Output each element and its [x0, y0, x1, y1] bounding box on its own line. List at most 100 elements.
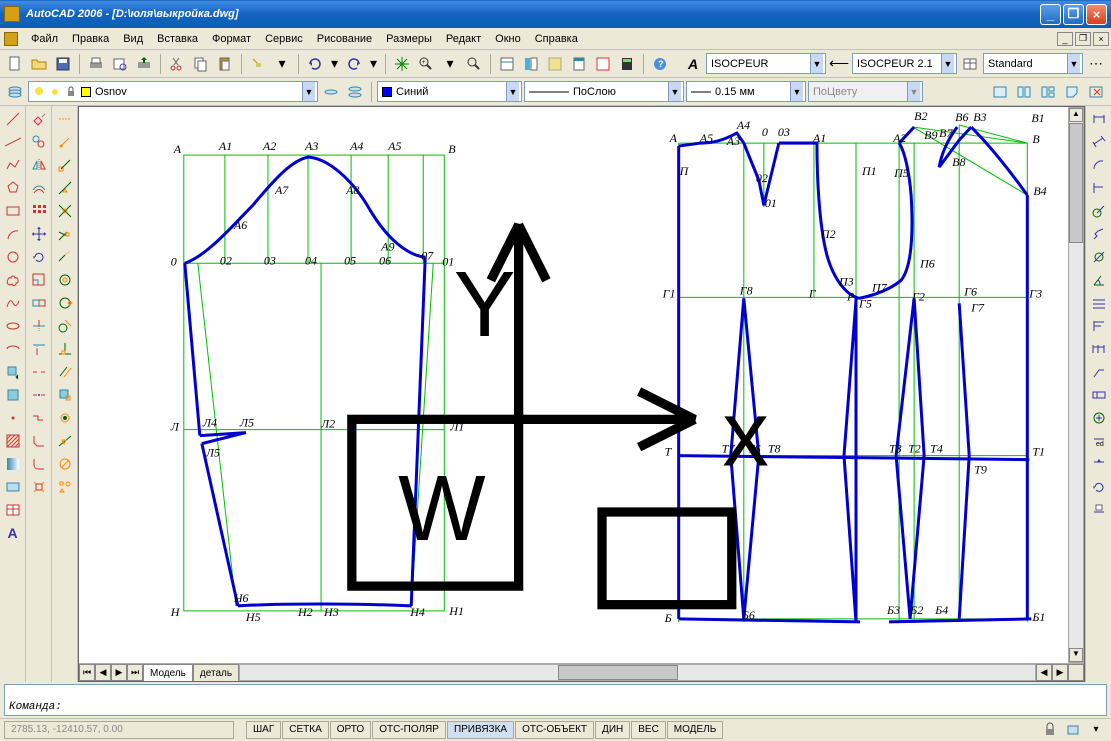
revcloud-tool[interactable] — [2, 269, 24, 291]
markup-button[interactable] — [592, 53, 614, 75]
tool-palettes-button[interactable] — [544, 53, 566, 75]
color-dropdown[interactable]: Синий ▼ — [377, 81, 522, 102]
tab-last-button[interactable]: ⏭ — [127, 664, 143, 681]
dim-tolerance-button[interactable] — [1088, 384, 1110, 406]
block-editor-button[interactable]: ▾ — [271, 53, 293, 75]
sheet-set-button[interactable] — [568, 53, 590, 75]
point-tool[interactable] — [2, 407, 24, 429]
osnap-midpoint-button[interactable] — [54, 177, 76, 199]
minimize-button[interactable]: _ — [1040, 4, 1061, 25]
textstyle2-dropdown[interactable]: ISOCPEUR 2.1 ▼ — [852, 53, 957, 74]
layer-prev-button[interactable] — [320, 81, 342, 103]
osnap-node-button[interactable] — [54, 407, 76, 429]
vertical-scrollbar[interactable]: ▲ ▼ — [1068, 107, 1084, 663]
spline-tool[interactable] — [2, 292, 24, 314]
rectangle-tool[interactable] — [2, 200, 24, 222]
textstyle-icon[interactable]: A — [682, 53, 704, 75]
undo-button[interactable] — [304, 53, 326, 75]
make-block-tool[interactable] — [2, 384, 24, 406]
osnap-temp-button[interactable] — [54, 108, 76, 130]
mtext-tool[interactable]: A — [2, 522, 24, 544]
menu-insert[interactable]: Вставка — [150, 31, 205, 47]
lineweight-dropdown[interactable]: 0.15 мм ▼ — [686, 81, 806, 102]
undo-dropdown[interactable]: ▾ — [328, 53, 341, 75]
menu-modify[interactable]: Редакт — [439, 31, 488, 47]
osnap-intersection-button[interactable] — [54, 200, 76, 222]
osnap-settings-button[interactable] — [54, 476, 76, 498]
quickcalc-button[interactable] — [616, 53, 638, 75]
dim-linear-button[interactable] — [1088, 108, 1110, 130]
polar-toggle[interactable]: ОТС-ПОЛЯР — [372, 721, 446, 739]
viewport-button[interactable] — [989, 81, 1011, 103]
polygon-tool[interactable] — [2, 177, 24, 199]
copy-tool[interactable] — [28, 131, 50, 153]
dyn-toggle[interactable]: ДИН — [595, 721, 630, 739]
dim-style-button[interactable] — [1088, 499, 1110, 521]
coordinates-display[interactable]: 2785.13, -12410.57, 0.00 — [4, 721, 234, 739]
line-tool[interactable] — [2, 108, 24, 130]
help-button[interactable]: ? — [649, 53, 671, 75]
array-tool[interactable] — [28, 200, 50, 222]
dim-continue-button[interactable] — [1088, 338, 1110, 360]
command-line[interactable]: Команда: — [4, 684, 1107, 716]
layer-manager-button[interactable] — [4, 81, 26, 103]
block-insert-tool[interactable] — [2, 361, 24, 383]
plot-preview-button[interactable] — [109, 53, 131, 75]
tab-prev-button[interactable]: ◀ — [95, 664, 111, 681]
move-tool[interactable] — [28, 223, 50, 245]
osnap-toggle[interactable]: ПРИВЯЗКА — [447, 721, 514, 739]
menu-format[interactable]: Формат — [205, 31, 258, 47]
more-button[interactable]: ⋯ — [1085, 53, 1107, 75]
stretch-tool[interactable] — [28, 292, 50, 314]
print-button[interactable] — [85, 53, 107, 75]
copy-button[interactable] — [190, 53, 212, 75]
pline-tool[interactable] — [2, 154, 24, 176]
dim-quick-button[interactable] — [1088, 292, 1110, 314]
snap-toggle[interactable]: ШАГ — [246, 721, 281, 739]
dim-diameter-button[interactable] — [1088, 246, 1110, 268]
menu-edit[interactable]: Правка — [65, 31, 116, 47]
dim-aligned-button[interactable] — [1088, 131, 1110, 153]
circle-tool[interactable] — [2, 246, 24, 268]
osnap-none-button[interactable] — [54, 453, 76, 475]
menu-window[interactable]: Окно — [488, 31, 528, 47]
offset-tool[interactable] — [28, 177, 50, 199]
layer-dropdown[interactable]: Osnov ▼ — [28, 81, 318, 102]
chamfer-tool[interactable] — [28, 430, 50, 452]
zoom-prev-button[interactable] — [463, 53, 485, 75]
xline-tool[interactable] — [2, 131, 24, 153]
match-button[interactable] — [247, 53, 269, 75]
region-tool[interactable] — [2, 476, 24, 498]
ortho-toggle[interactable]: ОРТО — [330, 721, 371, 739]
menu-view[interactable]: Вид — [116, 31, 150, 47]
cut-button[interactable] — [166, 53, 188, 75]
open-button[interactable] — [28, 53, 50, 75]
design-center-button[interactable] — [520, 53, 542, 75]
publish-button[interactable] — [133, 53, 155, 75]
arc-tool[interactable] — [2, 223, 24, 245]
gradient-tool[interactable] — [2, 453, 24, 475]
viewport-clip-button[interactable] — [1085, 81, 1107, 103]
save-button[interactable] — [52, 53, 74, 75]
hscroll-right-button[interactable]: ▶ — [1052, 664, 1068, 681]
join-tool[interactable] — [28, 407, 50, 429]
tab-layout1[interactable]: деталь — [193, 664, 239, 681]
mirror-tool[interactable] — [28, 154, 50, 176]
dim-ordinate-button[interactable] — [1088, 177, 1110, 199]
break-tool[interactable] — [28, 361, 50, 383]
explode-tool[interactable] — [28, 476, 50, 498]
osnap-tangent-button[interactable] — [54, 315, 76, 337]
table-tool[interactable] — [2, 499, 24, 521]
model-toggle[interactable]: МОДЕЛЬ — [667, 721, 723, 739]
hscroll-left-button[interactable]: ◀ — [1036, 664, 1052, 681]
horizontal-scrollbar[interactable] — [239, 664, 1036, 681]
dimstyle-icon[interactable]: ⟵ — [828, 53, 850, 75]
layer-states-button[interactable] — [344, 81, 366, 103]
redo-dropdown[interactable]: ▾ — [367, 53, 380, 75]
textstyle1-dropdown[interactable]: ISOCPEUR ▼ — [706, 53, 826, 74]
grid-toggle[interactable]: СЕТКА — [282, 721, 329, 739]
linetype-dropdown[interactable]: ПоСлою ▼ — [524, 81, 684, 102]
drawing-canvas[interactable]: АА1А2А3А4А5ВА7А8А6А9002030405060701ЛЛ4Л5… — [79, 107, 1068, 663]
tablestyle-icon[interactable] — [959, 53, 981, 75]
dim-update-button[interactable] — [1088, 476, 1110, 498]
